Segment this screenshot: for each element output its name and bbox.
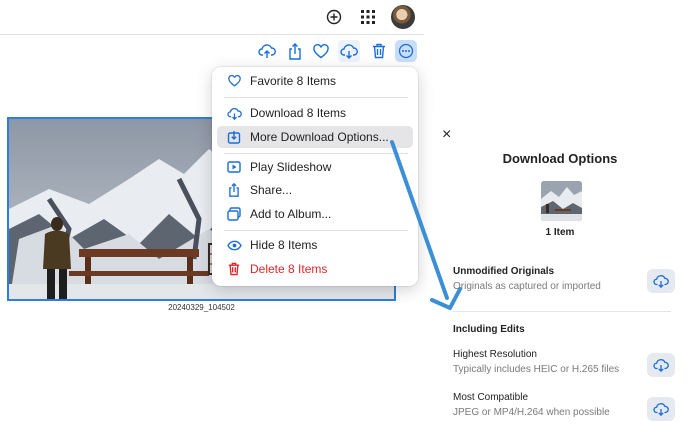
menu-item-label: More Download Options... [250, 130, 389, 144]
add-circle-icon[interactable] [322, 5, 346, 29]
menu-item-download[interactable]: Download 8 Items [217, 102, 413, 124]
menu-item-label: Share... [250, 183, 293, 197]
avatar[interactable] [391, 5, 415, 29]
option-subtitle: Originals as captured or imported [453, 281, 601, 292]
cloud-download-icon [653, 403, 669, 416]
option-title: Unmodified Originals [453, 266, 555, 277]
menu-separator [224, 153, 408, 154]
trash-icon [226, 261, 242, 277]
option-title: Highest Resolution [453, 349, 537, 360]
eye-icon [226, 237, 242, 253]
panel-title: Download Options [502, 151, 618, 166]
section-heading: Including Edits [453, 324, 525, 335]
menu-item-share[interactable]: Share... [217, 179, 413, 201]
option-subtitle: Typically includes HEIC or H.265 files [453, 364, 620, 375]
section-divider [453, 311, 671, 312]
download-options-panel: × Download Options 1 Item Unmodified Ori… [432, 118, 688, 439]
cloud-download-icon [226, 105, 242, 121]
menu-item-label: Hide 8 Items [250, 238, 318, 252]
option-title: Most Compatible [453, 392, 529, 403]
heart-icon [226, 73, 242, 89]
cloud-download-icon[interactable] [338, 40, 360, 62]
menu-item-slideshow[interactable]: Play Slideshow [217, 156, 413, 178]
trash-icon[interactable] [368, 40, 390, 62]
download-compatible-button[interactable] [647, 397, 675, 421]
photo-caption: 20240329_104502 [168, 303, 235, 312]
menu-item-label: Favorite 8 Items [250, 74, 337, 88]
top-bar [0, 0, 424, 35]
context-menu: Favorite 8 Items Download 8 Items More D… [212, 67, 418, 286]
menu-separator [224, 230, 408, 231]
photo-thumbnail [541, 181, 582, 221]
photos-window: 20240329_104502 Favorite 8 Items Downloa… [0, 0, 424, 439]
share-icon[interactable] [284, 40, 306, 62]
cloud-upload-icon[interactable] [256, 40, 278, 62]
more-button[interactable] [395, 40, 417, 62]
menu-item-favorite[interactable]: Favorite 8 Items [217, 70, 413, 92]
cloud-download-icon [653, 275, 669, 288]
more-icon [398, 43, 414, 59]
menu-item-add-to-album[interactable]: Add to Album... [217, 203, 413, 225]
close-icon[interactable]: × [442, 126, 451, 144]
grid-icon[interactable] [356, 5, 380, 29]
download-highest-button[interactable] [647, 353, 675, 377]
menu-item-label: Add to Album... [250, 207, 332, 221]
play-icon [226, 159, 242, 175]
menu-separator [224, 97, 408, 98]
menu-item-delete[interactable]: Delete 8 Items [217, 258, 413, 280]
item-count: 1 Item [545, 227, 575, 238]
heart-icon[interactable] [310, 40, 332, 62]
menu-item-hide[interactable]: Hide 8 Items [217, 234, 413, 256]
share-icon [226, 182, 242, 198]
option-subtitle: JPEG or MP4/H.264 when possible [453, 407, 610, 418]
menu-item-more-download-options[interactable]: More Download Options... [217, 126, 413, 148]
menu-item-label: Download 8 Items [250, 106, 347, 120]
download-unmodified-button[interactable] [647, 269, 675, 293]
album-icon [226, 206, 242, 222]
menu-item-label: Delete 8 Items [250, 262, 328, 276]
menu-item-label: Play Slideshow [250, 160, 332, 174]
cloud-download-icon [653, 359, 669, 372]
download-options-icon [226, 129, 242, 145]
